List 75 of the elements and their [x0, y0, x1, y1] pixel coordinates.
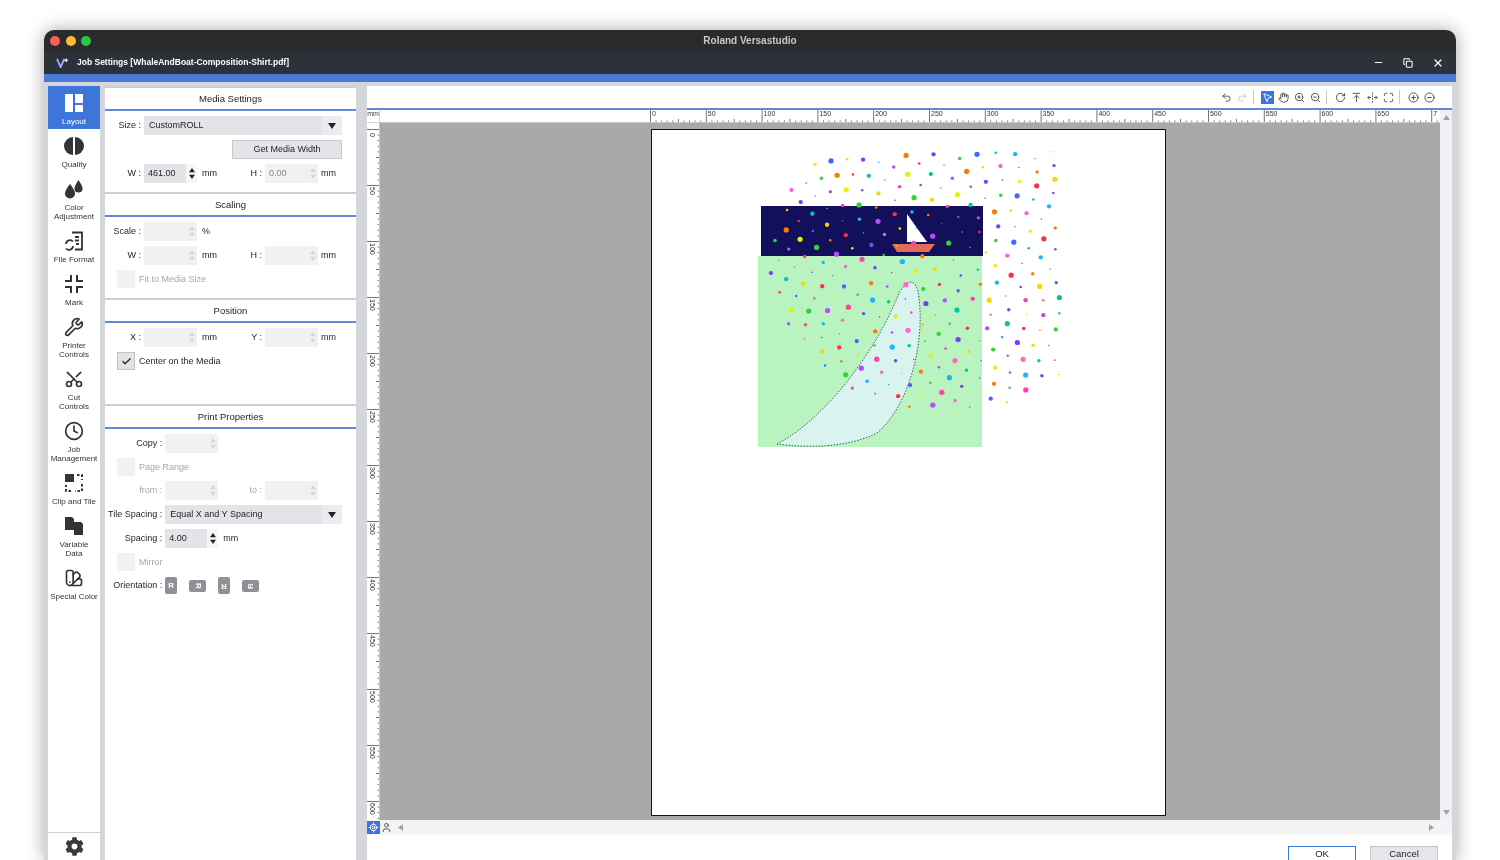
- section-header: Print Properties: [105, 404, 356, 429]
- zoom-out-button[interactable]: [1309, 90, 1322, 104]
- checkbox[interactable]: [117, 352, 135, 370]
- field-label: Orientation :: [113, 580, 163, 591]
- dialog-button[interactable]: OK: [1288, 846, 1356, 860]
- checkbox-label: Center on the Media: [139, 355, 221, 367]
- unit-label: mm: [202, 168, 217, 179]
- field-label: Y :: [251, 332, 262, 343]
- crop-marks-icon: [64, 274, 84, 294]
- field-label: Spacing :: [124, 533, 163, 544]
- window-title: Roland Versastudio: [703, 34, 797, 47]
- section-header: Media Settings: [105, 86, 356, 111]
- field-label: Tile Spacing :: [108, 509, 163, 520]
- pointer-button[interactable]: [1261, 90, 1274, 104]
- document-cycle-icon: [64, 231, 84, 251]
- rotate-button[interactable]: [1334, 90, 1347, 104]
- person-button[interactable]: [380, 821, 393, 834]
- crosshair-button[interactable]: [367, 821, 380, 834]
- restore-icon[interactable]: [1403, 57, 1413, 68]
- scroll-right-icon[interactable]: [1429, 824, 1434, 831]
- unit-label: mm: [321, 332, 336, 343]
- section-header: Scaling: [105, 192, 356, 217]
- layout-icon: [64, 93, 84, 113]
- field-label: from :: [139, 485, 163, 496]
- dropdown-field[interactable]: Equal X and Y Spacing: [165, 505, 342, 524]
- field-label: H :: [250, 168, 262, 179]
- dialog-title: Job Settings [WhaleAndBoat-Composition-Shirt.pdf]: [77, 57, 289, 68]
- dropdown-arrow-icon[interactable]: [328, 511, 336, 518]
- swatch-fan-icon: [64, 568, 84, 588]
- number-field[interactable]: 4.00: [165, 529, 219, 548]
- scroll-left-icon[interactable]: [398, 824, 403, 831]
- scroll-up-icon[interactable]: [1442, 115, 1450, 120]
- field-label: W :: [127, 250, 141, 261]
- stepper-arrows-icon[interactable]: [188, 168, 195, 179]
- droplets-icon: [64, 179, 84, 199]
- field-label: X :: [130, 332, 141, 343]
- dialog-button[interactable]: Cancel: [1370, 846, 1438, 860]
- checkmark-icon: [120, 355, 132, 367]
- unit-label: mm: [321, 168, 336, 179]
- unit-label: %: [202, 226, 210, 237]
- unit-label: mm: [202, 250, 217, 261]
- field-label: W :: [127, 168, 141, 179]
- checkbox-label: Mirror: [139, 556, 163, 568]
- dashed-square-icon: [64, 473, 84, 493]
- get-width-button[interactable]: Get Media Width: [232, 140, 342, 159]
- app-logo-icon: [56, 57, 69, 68]
- plus-circle-button[interactable]: [1407, 90, 1420, 104]
- scissors-icon: [64, 369, 84, 389]
- clock-icon: [64, 421, 84, 441]
- wrench-icon: [64, 317, 84, 337]
- field-label: Scale :: [113, 226, 141, 237]
- number-field[interactable]: 461.00: [144, 164, 197, 183]
- field-label: Copy :: [136, 438, 163, 449]
- sidebar-item[interactable]: Layout: [48, 86, 100, 129]
- checkbox-label: Fit to Media Size: [139, 273, 207, 285]
- section-header: Position: [105, 298, 356, 323]
- field-label: Size :: [118, 120, 141, 131]
- unit-label: mm: [202, 332, 217, 343]
- split-circle-icon: [64, 136, 84, 156]
- settings-icon[interactable]: [64, 837, 84, 856]
- unit-label: mm: [321, 250, 336, 261]
- two-documents-icon: [64, 516, 84, 536]
- dropdown-field[interactable]: CustomROLL: [144, 116, 342, 135]
- minus-circle-button[interactable]: [1423, 90, 1436, 104]
- dropdown-arrow-icon[interactable]: [328, 122, 336, 129]
- zoom-in-button[interactable]: [1293, 90, 1306, 104]
- field-label: to :: [249, 485, 262, 496]
- unit-label: mm: [223, 533, 239, 544]
- field-label: H :: [250, 250, 262, 261]
- fit-page-button[interactable]: [1382, 90, 1395, 104]
- hand-button[interactable]: [1277, 90, 1290, 104]
- scroll-down-icon[interactable]: [1442, 810, 1450, 815]
- checkbox-label: Page Range: [139, 461, 190, 473]
- vertical-scrollbar[interactable]: [1440, 110, 1452, 820]
- stepper-arrows-icon[interactable]: [209, 533, 216, 544]
